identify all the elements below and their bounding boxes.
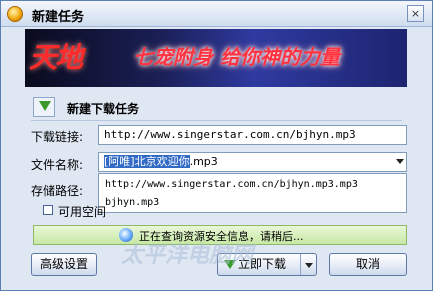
new-task-dialog: 新建任务 × 天地 七宠附身 给你神的力量 新建下载任务 下载链接: http:… xyxy=(0,0,433,291)
free-space-label: 可用空间 xyxy=(58,205,107,219)
cancel-button[interactable]: 取消 xyxy=(329,253,407,276)
chevron-down-icon[interactable] xyxy=(396,159,404,164)
close-button[interactable]: × xyxy=(407,5,424,22)
space-checkbox[interactable] xyxy=(43,205,53,215)
url-label: 下载链接: xyxy=(31,130,84,144)
banner-slogan: 七宠附身 给你神的力量 xyxy=(133,45,340,69)
dropdown-option[interactable]: bjhyn.mp3 xyxy=(105,197,159,208)
filename-combobox[interactable]: [阿唯]北京欢迎你.mp3 xyxy=(98,152,407,172)
filename-dropdown-list: http://www.singerstar.com.cn/bjhyn.mp3.m… xyxy=(98,173,407,213)
filename-selected-text: [阿唯]北京欢迎你 xyxy=(104,155,190,168)
app-logo-icon xyxy=(7,6,23,22)
filename-label: 文件名称: xyxy=(31,158,84,172)
section-title: 新建下载任务 xyxy=(67,102,140,116)
download-now-button[interactable]: 立即下载 xyxy=(217,253,317,276)
title-bar[interactable]: 新建任务 × xyxy=(1,1,432,27)
save-path-label: 存储路径: xyxy=(31,184,84,198)
advanced-settings-button[interactable]: 高级设置 xyxy=(31,253,97,276)
status-bar: 正在查询资源安全信息，请稍后... xyxy=(33,225,407,245)
download-arrow-icon xyxy=(224,258,236,270)
download-options-dropdown[interactable] xyxy=(300,254,316,275)
download-now-label: 立即下载 xyxy=(237,257,286,271)
url-input[interactable]: http://www.singerstar.com.cn/bjhyn.mp3 xyxy=(98,125,407,145)
shield-icon xyxy=(119,228,133,242)
banner-logo: 天地 xyxy=(29,41,83,74)
ad-banner[interactable]: 天地 七宠附身 给你神的力量 xyxy=(25,29,407,87)
close-icon: × xyxy=(410,7,421,20)
cancel-label: 取消 xyxy=(355,257,380,271)
filename-extension: .mp3 xyxy=(189,155,218,168)
download-arrow-icon xyxy=(33,97,55,117)
divider xyxy=(31,120,402,121)
dialog-title: 新建任务 xyxy=(32,10,85,25)
dropdown-option[interactable]: http://www.singerstar.com.cn/bjhyn.mp3.m… xyxy=(105,179,358,190)
advanced-settings-label: 高级设置 xyxy=(39,257,88,271)
status-text: 正在查询资源安全信息，请稍后... xyxy=(139,230,304,243)
